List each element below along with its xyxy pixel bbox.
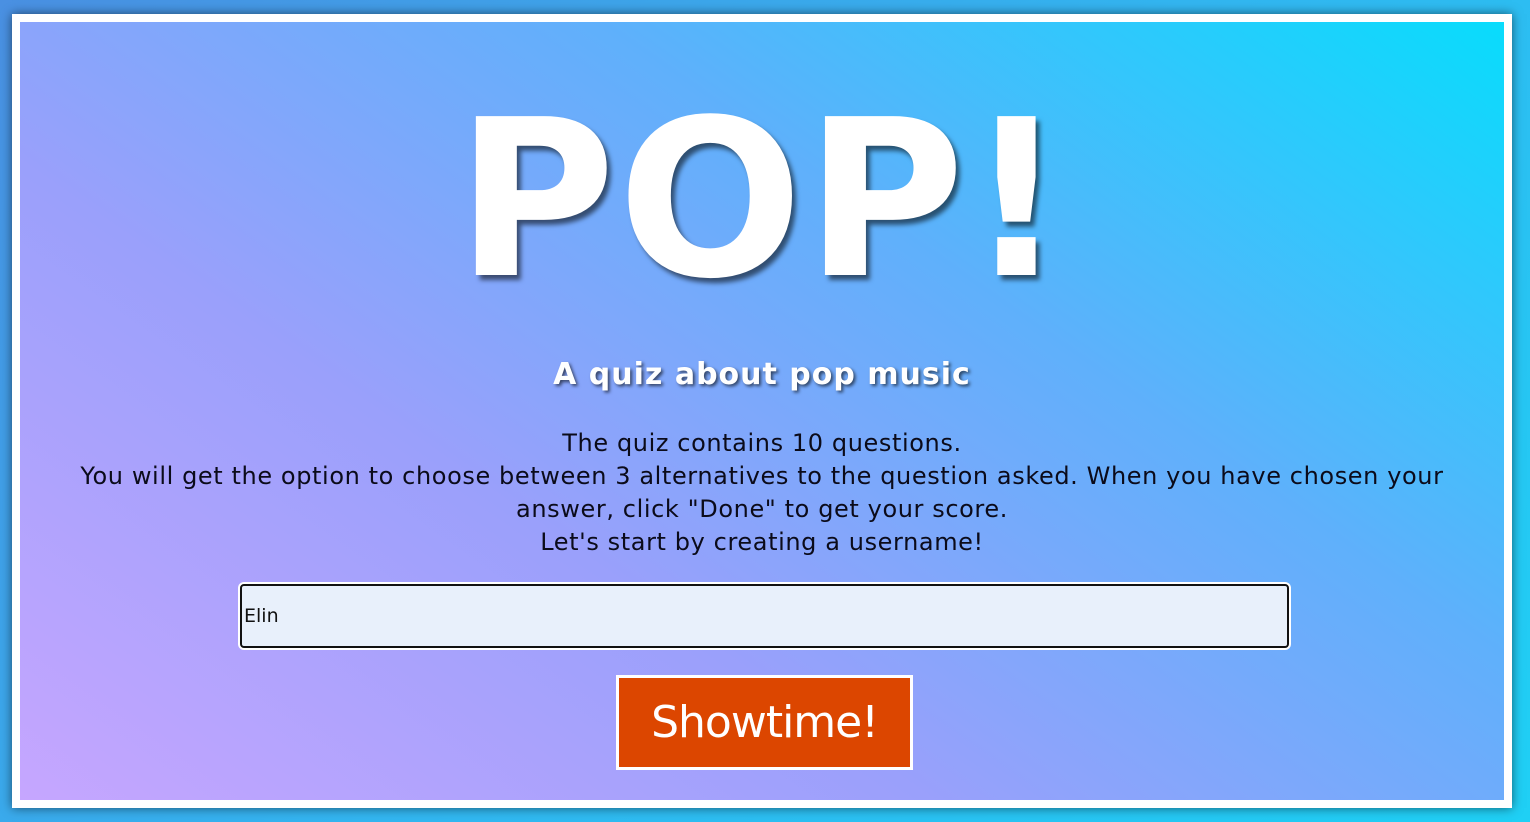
quiz-card: POP! A quiz about pop music The quiz con… xyxy=(12,14,1512,808)
intro-text: The quiz contains 10 questions. You will… xyxy=(60,427,1464,559)
username-input[interactable] xyxy=(240,584,1289,648)
pop-logo: POP! xyxy=(455,74,1069,327)
intro-line-username-prompt: Let's start by creating a username! xyxy=(540,528,984,556)
intro-line-instructions: You will get the option to choose betwee… xyxy=(80,462,1444,523)
showtime-button[interactable]: Showtime! xyxy=(616,675,913,770)
page-subtitle: A quiz about pop music xyxy=(553,357,971,392)
intro-line-question-count: The quiz contains 10 questions. xyxy=(562,429,962,457)
